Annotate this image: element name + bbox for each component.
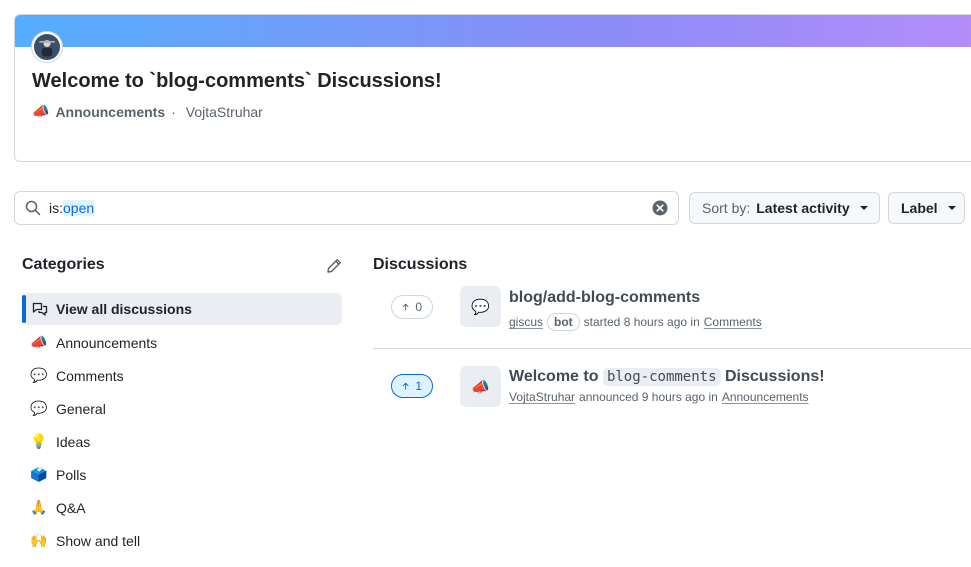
code-span: blog-comments (602, 368, 721, 386)
light-bulb-icon: 💡 (30, 433, 48, 449)
pinned-banner (15, 15, 971, 47)
search-icon (25, 200, 41, 216)
sidebar-item-label: View all discussions (56, 301, 192, 317)
sidebar-item-label: Q&A (56, 499, 86, 516)
discussions-heading: Discussions (373, 256, 468, 273)
megaphone-icon: 📣 (460, 366, 501, 407)
avatar-image-icon (34, 34, 60, 60)
discussion-action: started 8 hours ago in (583, 315, 700, 329)
bot-badge: bot (547, 313, 580, 331)
pinned-author[interactable]: VojtaStruhar (186, 104, 263, 120)
speech-bubble-icon: 💬 (30, 400, 48, 416)
sidebar-item-ideas[interactable]: 💡 Ideas (22, 425, 342, 458)
sidebar-item-label: Announcements (56, 334, 158, 351)
sidebar-item-qa[interactable]: 🙏 Q&A (22, 491, 342, 524)
discussion-category[interactable]: Announcements (722, 390, 809, 404)
search-input[interactable]: is:open (14, 191, 679, 225)
praying-hands-icon: 🙏 (30, 499, 48, 515)
pinned-discussion-card[interactable]: Welcome to `blog-comments` Discussions! … (14, 14, 971, 162)
vote-count: 0 (415, 300, 422, 314)
pinned-title[interactable]: Welcome to `blog-comments` Discussions! (32, 70, 442, 93)
sidebar-item-label: Ideas (56, 433, 91, 450)
label-button-text: Label (901, 200, 938, 216)
sidebar-item-view-all[interactable]: View all discussions (22, 293, 342, 325)
discussions-icon (32, 302, 48, 316)
search-query-highlight: open (63, 200, 95, 216)
arrow-up-icon (402, 382, 409, 390)
chevron-down-icon (859, 206, 868, 210)
ballot-box-icon: 🗳️ (30, 466, 48, 482)
discussion-meta: giscus bot started 8 hours ago in Commen… (509, 313, 762, 331)
pinned-category[interactable]: Announcements (55, 104, 165, 120)
discussion-meta: VojtaStruhar announced 9 hours ago in An… (509, 390, 809, 404)
sidebar-item-announcements[interactable]: 📣 Announcements (22, 326, 342, 359)
arrow-up-icon (402, 303, 409, 311)
sort-value: Latest activity (756, 200, 850, 216)
megaphone-icon: 📣 (30, 334, 48, 350)
list-item: 0 💬 blog/add-blog-comments giscus bot st… (373, 284, 971, 349)
separator: · (171, 103, 176, 120)
list-item: 1 📣 Welcome to blog-comments Discussions… (373, 363, 971, 423)
clear-icon[interactable] (652, 200, 668, 216)
speech-bubble-icon: 💬 (30, 367, 48, 383)
chevron-down-icon (947, 206, 956, 210)
sidebar-item-label: Polls (56, 466, 87, 483)
upvote-button[interactable]: 0 (391, 295, 433, 319)
speech-bubble-icon: 💬 (460, 286, 501, 327)
sidebar-item-label: Comments (56, 367, 124, 384)
sidebar-item-general[interactable]: 💬 General (22, 392, 342, 425)
raising-hands-icon: 🙌 (30, 532, 48, 548)
megaphone-icon: 📣 (32, 103, 50, 119)
categories-heading: Categories (22, 256, 105, 273)
discussion-author[interactable]: VojtaStruhar (509, 390, 575, 404)
sort-button[interactable]: Sort by: Latest activity (689, 192, 880, 224)
avatar[interactable] (32, 32, 62, 62)
pinned-meta: 📣 Announcements · VojtaStruhar (32, 103, 263, 120)
pencil-icon[interactable] (326, 258, 342, 274)
vote-count: 1 (415, 379, 422, 393)
category-list: View all discussions 📣 Announcements 💬 C… (22, 293, 342, 557)
discussion-category[interactable]: Comments (704, 315, 762, 329)
discussion-author[interactable]: giscus (509, 315, 543, 329)
sidebar-item-label: General (56, 400, 106, 417)
sidebar-item-polls[interactable]: 🗳️ Polls (22, 458, 342, 491)
search-query[interactable]: is:open (49, 200, 652, 216)
sidebar-item-comments[interactable]: 💬 Comments (22, 359, 342, 392)
discussion-title[interactable]: Welcome to blog-comments Discussions! (509, 368, 825, 386)
upvote-button[interactable]: 1 (391, 374, 433, 398)
discussion-action: announced 9 hours ago in (579, 390, 718, 404)
sidebar-item-show-and-tell[interactable]: 🙌 Show and tell (22, 524, 342, 557)
discussion-title[interactable]: blog/add-blog-comments (509, 289, 700, 307)
label-button[interactable]: Label (888, 192, 965, 224)
sort-label: Sort by: (702, 200, 751, 216)
sidebar-item-label: Show and tell (56, 532, 141, 549)
